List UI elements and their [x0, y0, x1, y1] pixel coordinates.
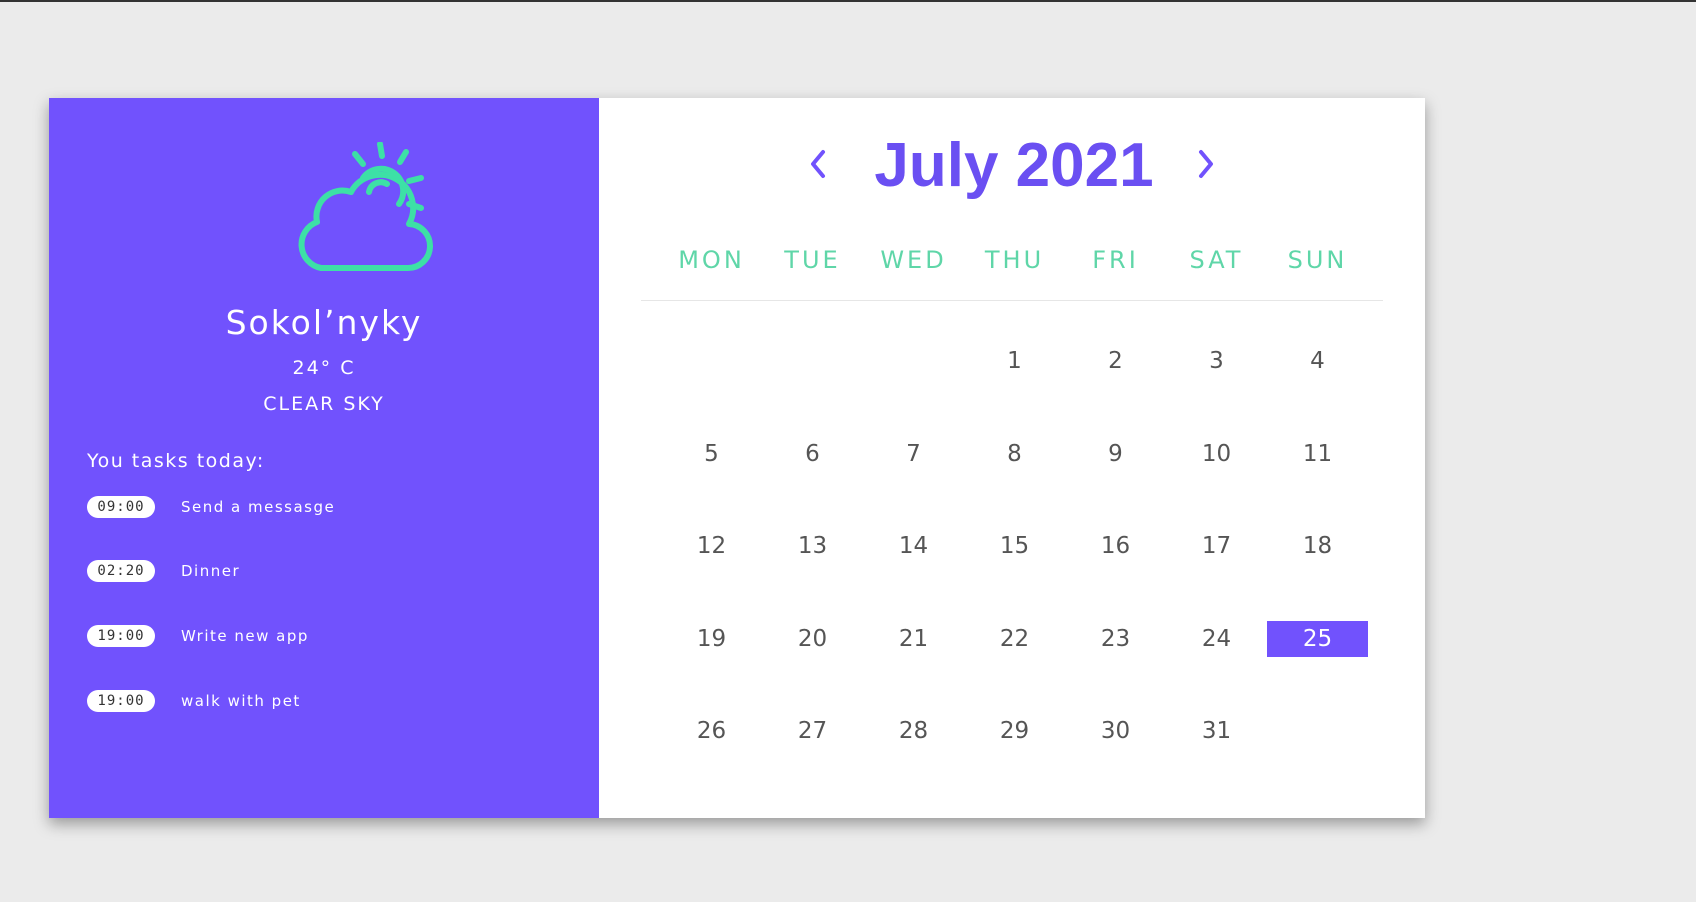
calendar-day[interactable]: 1	[964, 343, 1065, 379]
weekday-label: FRI	[1092, 246, 1139, 274]
calendar-day[interactable]: 31	[1166, 713, 1267, 749]
task-time-badge: 19:00	[87, 690, 155, 712]
calendar-day[interactable]: 23	[1065, 621, 1166, 657]
calendar-day[interactable]: 11	[1267, 436, 1368, 472]
task-label: walk with pet	[181, 692, 301, 710]
task-time-badge: 19:00	[87, 625, 155, 647]
task-time-badge: 02:20	[87, 560, 155, 582]
window-top-border	[0, 0, 1696, 2]
calendar-day[interactable]: 17	[1166, 528, 1267, 564]
calendar-day[interactable]: 6	[762, 436, 863, 472]
calendar-panel: July 2021 MON TUE WED THU FRI SAT SUN 12…	[599, 98, 1425, 818]
calendar-day[interactable]: 10	[1166, 436, 1267, 472]
month-header: July 2021	[599, 128, 1425, 208]
calendar-day[interactable]: 15	[964, 528, 1065, 564]
weekday-header: MON TUE WED THU FRI SAT SUN	[599, 246, 1425, 276]
temperature: 24° C	[292, 357, 356, 379]
calendar-day[interactable]: 21	[863, 621, 964, 657]
weekday-label: THU	[984, 246, 1045, 274]
task-label: Write new app	[181, 627, 309, 645]
calendar-day[interactable]: 5	[661, 436, 762, 472]
calendar-day[interactable]: 9	[1065, 436, 1166, 472]
weather-panel: Sokol’nyky 24° C CLEAR SKY You tasks tod…	[49, 98, 599, 818]
chevron-left-icon[interactable]	[801, 142, 837, 186]
calendar-day[interactable]: 12	[661, 528, 762, 564]
task-item[interactable]: 19:00 Write new app	[87, 624, 309, 648]
task-time-badge: 09:00	[87, 496, 155, 518]
header-divider	[641, 300, 1383, 301]
calendar-day[interactable]: 28	[863, 713, 964, 749]
calendar-day[interactable]: 16	[1065, 528, 1166, 564]
task-label: Dinner	[181, 562, 241, 580]
task-item[interactable]: 09:00 Send a messasge	[87, 495, 335, 519]
task-label: Send a messasge	[181, 498, 336, 516]
calendar-day[interactable]: 13	[762, 528, 863, 564]
calendar-day[interactable]: 24	[1166, 621, 1267, 657]
calendar-day[interactable]: 8	[964, 436, 1065, 472]
month-title: July 2021	[874, 131, 1154, 200]
chevron-right-icon[interactable]	[1187, 142, 1223, 186]
calendar-day[interactable]: 27	[762, 713, 863, 749]
calendar-day[interactable]: 14	[863, 528, 964, 564]
weekday-label: TUE	[784, 246, 841, 274]
calendar-day[interactable]: 22	[964, 621, 1065, 657]
calendar-day[interactable]: 30	[1065, 713, 1166, 749]
calendar-day[interactable]: 2	[1065, 343, 1166, 379]
weekday-label: MON	[678, 246, 745, 274]
city-name: Sokol’nyky	[225, 303, 423, 342]
calendar-day[interactable]: 18	[1267, 528, 1368, 564]
weekday-label: SAT	[1189, 246, 1244, 274]
calendar-day[interactable]: 26	[661, 713, 762, 749]
calendar-day[interactable]: 4	[1267, 343, 1368, 379]
weekday-label: WED	[880, 246, 947, 274]
weather-condition: CLEAR SKY	[263, 393, 385, 415]
tasks-heading: You tasks today:	[87, 450, 265, 472]
calendar-day[interactable]: 20	[762, 621, 863, 657]
calendar-day-selected[interactable]: 25	[1267, 621, 1368, 657]
task-item[interactable]: 19:00 walk with pet	[87, 689, 301, 713]
partly-cloudy-icon	[298, 142, 433, 272]
calendar-day[interactable]: 29	[964, 713, 1065, 749]
task-item[interactable]: 02:20 Dinner	[87, 559, 240, 583]
calendar-day[interactable]: 19	[661, 621, 762, 657]
calendar-day[interactable]: 7	[863, 436, 964, 472]
weekday-label: SUN	[1287, 246, 1348, 274]
calendar-widget: Sokol’nyky 24° C CLEAR SKY You tasks tod…	[49, 98, 1425, 818]
calendar-day[interactable]: 3	[1166, 343, 1267, 379]
